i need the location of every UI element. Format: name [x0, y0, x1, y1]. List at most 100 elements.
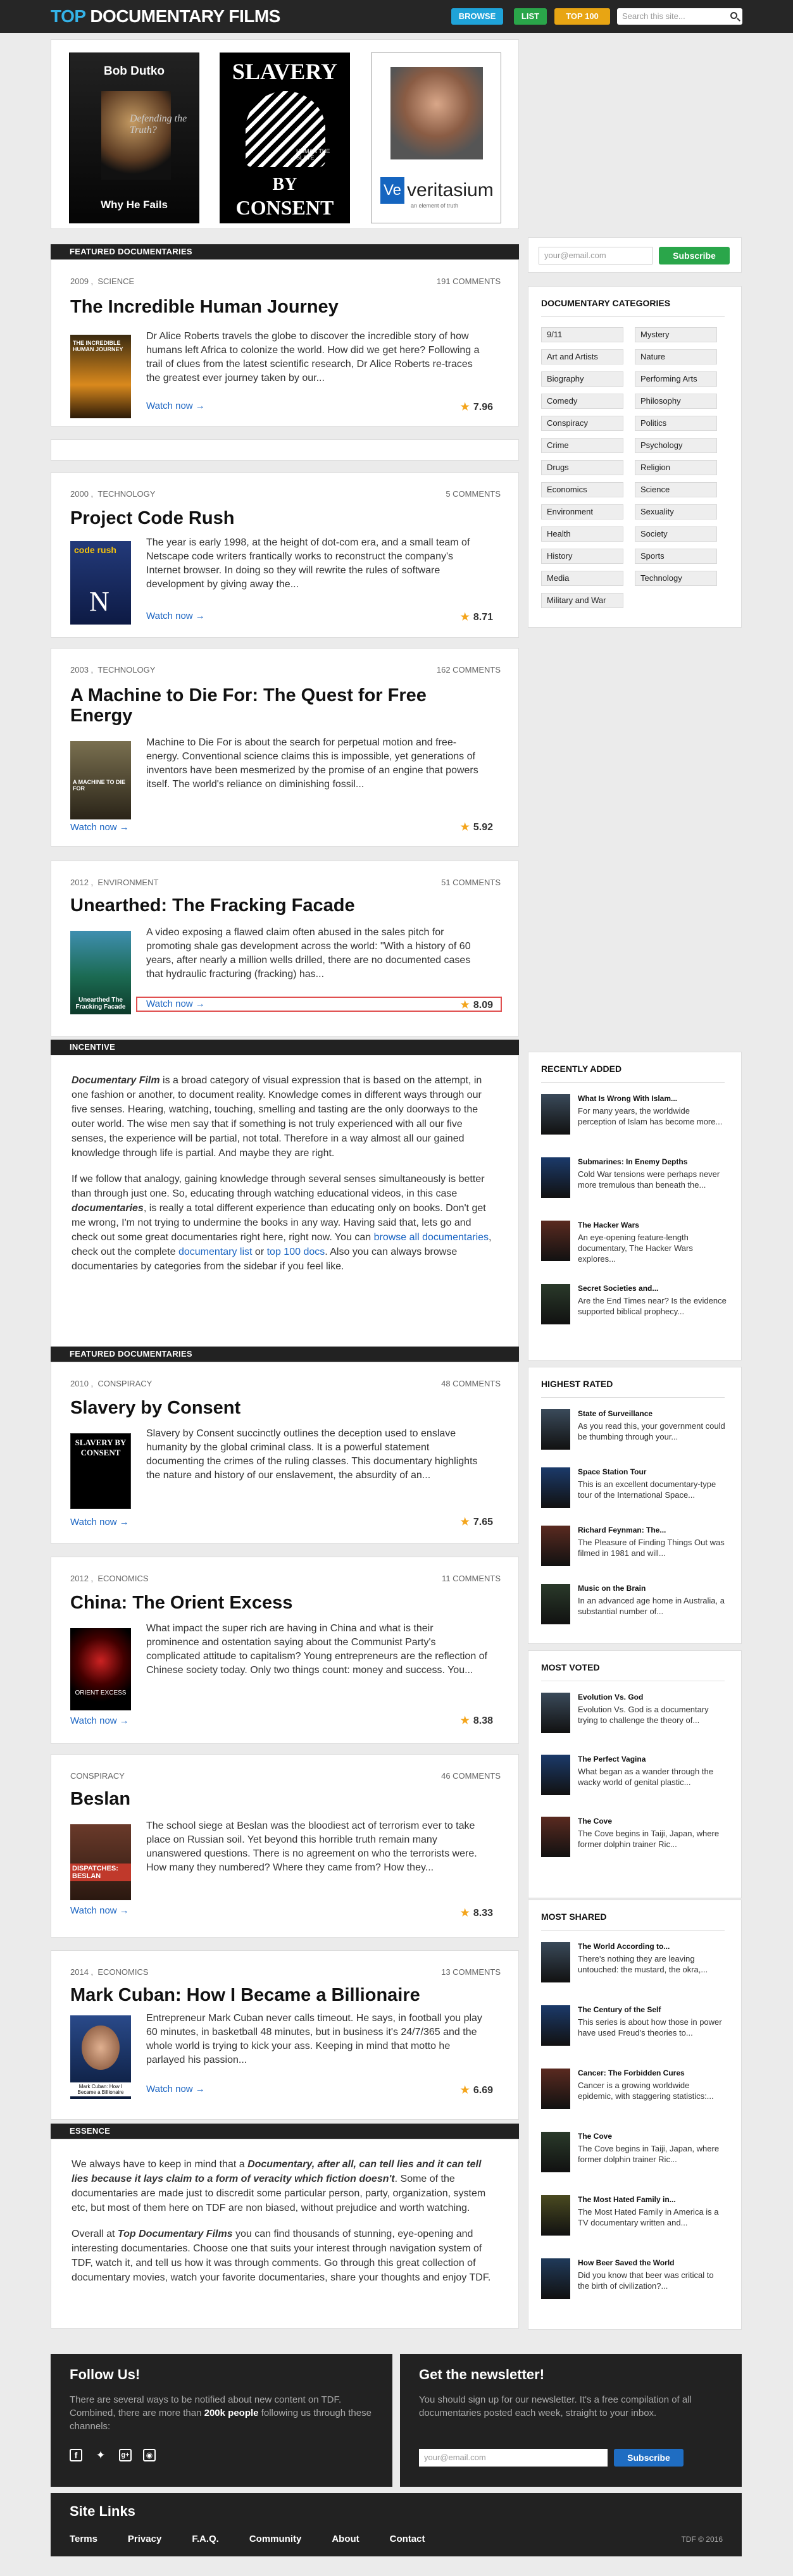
doc-comments[interactable]: 191 COMMENTS: [437, 277, 501, 286]
category-9-11[interactable]: 9/11: [541, 327, 623, 342]
category-religion[interactable]: Religion: [635, 460, 717, 475]
rated-item-title[interactable]: Music on the Brain: [578, 1584, 730, 1593]
category-comedy[interactable]: Comedy: [541, 394, 623, 409]
voted-item-title[interactable]: The Perfect Vagina: [578, 1755, 730, 1764]
doc-title[interactable]: China: The Orient Excess: [70, 1593, 482, 1613]
category-environment[interactable]: Environment: [541, 504, 623, 520]
recent-thumbnail[interactable]: [541, 1221, 570, 1261]
doc-category[interactable]: TECHNOLOGY: [97, 665, 155, 675]
facebook-icon[interactable]: f: [70, 2449, 82, 2461]
shared-item-title[interactable]: The Most Hated Family in...: [578, 2195, 730, 2205]
shared-item-title[interactable]: The World According to...: [578, 1942, 730, 1951]
doc-comments[interactable]: 11 COMMENTS: [442, 1574, 501, 1583]
doc-category[interactable]: CONSPIRACY: [97, 1379, 152, 1388]
browse-button[interactable]: BROWSE: [451, 8, 503, 25]
shared-item-title[interactable]: The Cove: [578, 2132, 730, 2141]
footer-link-about[interactable]: About: [332, 2534, 359, 2544]
doc-thumbnail[interactable]: Mark Cuban: How I Became a Billionaire: [70, 2015, 131, 2099]
doc-category[interactable]: ENVIRONMENT: [97, 878, 158, 887]
footer-link-community[interactable]: Community: [249, 2534, 302, 2544]
doc-title[interactable]: Beslan: [70, 1789, 482, 1809]
twitter-icon[interactable]: ✦: [94, 2449, 108, 2461]
watch-now-link[interactable]: Watch now →: [146, 2084, 205, 2094]
footer-link-f-a-q[interactable]: F.A.Q.: [192, 2534, 219, 2544]
newsletter-subscribe-button[interactable]: Subscribe: [614, 2449, 684, 2467]
category-biography[interactable]: Biography: [541, 371, 623, 387]
doc-category[interactable]: SCIENCE: [97, 277, 134, 286]
category-crime[interactable]: Crime: [541, 438, 623, 453]
recent-thumbnail[interactable]: [541, 1094, 570, 1135]
doc-card-beslan[interactable]: CONSPIRACY 46 COMMENTS Beslan DISPATCHES…: [51, 1754, 519, 1938]
category-society[interactable]: Society: [635, 526, 717, 542]
recent-thumbnail[interactable]: [541, 1284, 570, 1324]
watch-now-link[interactable]: Watch now →: [146, 401, 205, 411]
recent-thumbnail[interactable]: [541, 1157, 570, 1198]
watch-now-link[interactable]: Watch now →: [146, 999, 205, 1009]
watch-now-link[interactable]: Watch now →: [70, 1905, 129, 1916]
doc-thumbnail[interactable]: A MACHINE TO DIE FOR: [70, 741, 131, 819]
doc-title[interactable]: Slavery by Consent: [70, 1398, 482, 1418]
rated-item-title[interactable]: Space Station Tour: [578, 1467, 730, 1477]
newsletter-email-input[interactable]: your@email.com: [419, 2449, 608, 2467]
google-plus-icon[interactable]: g+: [119, 2449, 132, 2461]
search-icon[interactable]: [730, 12, 737, 19]
doc-category[interactable]: ECONOMICS: [97, 1967, 148, 1977]
category-politics[interactable]: Politics: [635, 416, 717, 431]
shared-item-title[interactable]: The Century of the Self: [578, 2005, 730, 2015]
doc-title[interactable]: A Machine to Die For: The Quest for Free…: [70, 685, 482, 726]
category-conspiracy[interactable]: Conspiracy: [541, 416, 623, 431]
category-drugs[interactable]: Drugs: [541, 460, 623, 475]
doc-thumbnail[interactable]: ORIENT EXCESS: [70, 1628, 131, 1710]
shared-item-title[interactable]: Cancer: The Forbidden Cures: [578, 2069, 730, 2078]
watch-now-link[interactable]: Watch now →: [70, 1517, 129, 1528]
rated-item-title[interactable]: Richard Feynman: The...: [578, 1526, 730, 1535]
list-button[interactable]: LIST: [514, 8, 547, 25]
doc-comments[interactable]: 48 COMMENTS: [441, 1379, 501, 1388]
voted-thumbnail[interactable]: [541, 1755, 570, 1795]
footer-link-terms[interactable]: Terms: [70, 2534, 97, 2544]
shared-thumbnail[interactable]: [541, 2132, 570, 2172]
category-military-and-war[interactable]: Military and War: [541, 593, 623, 608]
watch-now-link[interactable]: Watch now →: [70, 822, 129, 833]
doc-thumbnail[interactable]: Unearthed The Fracking Facade: [70, 931, 131, 1014]
browse-all-link[interactable]: browse all documentaries: [374, 1232, 489, 1243]
recent-item-title[interactable]: Submarines: In Enemy Depths: [578, 1157, 730, 1167]
doc-comments[interactable]: 162 COMMENTS: [437, 665, 501, 675]
rated-item-title[interactable]: State of Surveillance: [578, 1409, 730, 1419]
shared-thumbnail[interactable]: [541, 2005, 570, 2046]
rss-icon[interactable]: ◉: [143, 2449, 156, 2461]
doc-card-mark-cuban[interactable]: 2014 , ECONOMICS 13 COMMENTS Mark Cuban:…: [51, 1950, 519, 2120]
footer-link-privacy[interactable]: Privacy: [128, 2534, 161, 2544]
doc-card-china-orient-excess[interactable]: 2012 , ECONOMICS 11 COMMENTS China: The …: [51, 1557, 519, 1744]
sidebar-email-input[interactable]: your@email.com: [539, 247, 653, 264]
category-sports[interactable]: Sports: [635, 549, 717, 564]
category-philosophy[interactable]: Philosophy: [635, 394, 717, 409]
category-history[interactable]: History: [541, 549, 623, 564]
recent-item-title[interactable]: Secret Societies and...: [578, 1284, 730, 1293]
sidebar-subscribe-button[interactable]: Subscribe: [659, 247, 730, 264]
doc-thumbnail[interactable]: THE INCREDIBLE HUMAN JOURNEY: [70, 335, 131, 418]
doc-category[interactable]: TECHNOLOGY: [97, 489, 155, 499]
doc-comments[interactable]: 51 COMMENTS: [441, 878, 501, 887]
doc-title[interactable]: Unearthed: The Fracking Facade: [70, 895, 482, 916]
category-mystery[interactable]: Mystery: [635, 327, 717, 342]
top-100-link[interactable]: top 100 docs: [267, 1247, 325, 1257]
category-psychology[interactable]: Psychology: [635, 438, 717, 453]
doc-category[interactable]: CONSPIRACY: [70, 1771, 125, 1781]
recent-item-title[interactable]: The Hacker Wars: [578, 1221, 730, 1230]
category-media[interactable]: Media: [541, 571, 623, 586]
voted-item-title[interactable]: Evolution Vs. God: [578, 1693, 730, 1702]
top100-button[interactable]: TOP 100: [554, 8, 610, 25]
doc-title[interactable]: Project Code Rush: [70, 508, 482, 528]
search-input[interactable]: Search this site...: [617, 8, 742, 25]
doc-card-incredible-human-journey[interactable]: 2009 , SCIENCE 191 COMMENTS The Incredib…: [51, 259, 519, 426]
voted-thumbnail[interactable]: [541, 1693, 570, 1733]
doc-thumbnail[interactable]: DISPATCHES: BESLAN: [70, 1824, 131, 1900]
doc-category[interactable]: ECONOMICS: [97, 1574, 148, 1583]
footer-link-contact[interactable]: Contact: [390, 2534, 425, 2544]
category-economics[interactable]: Economics: [541, 482, 623, 497]
shared-thumbnail[interactable]: [541, 2258, 570, 2299]
doc-title[interactable]: The Incredible Human Journey: [70, 297, 482, 317]
doc-thumbnail[interactable]: code rush N: [70, 541, 131, 625]
site-logo[interactable]: TOP DOCUMENTARY FILMS: [51, 6, 280, 27]
